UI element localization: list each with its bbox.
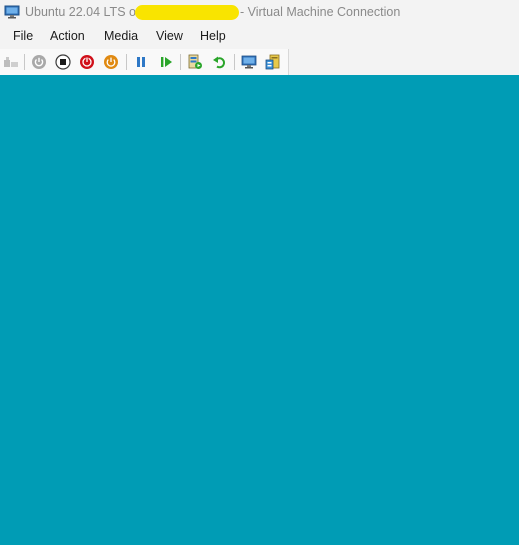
- shut-down-icon[interactable]: [78, 53, 96, 71]
- menu-action[interactable]: Action: [50, 29, 85, 43]
- vm-connection-window: Ubuntu 22.04 LTS on - Virtual Machine Co…: [0, 0, 519, 545]
- ctrl-alt-del-icon[interactable]: [2, 53, 20, 71]
- title-bar[interactable]: Ubuntu 22.04 LTS on - Virtual Machine Co…: [0, 0, 519, 26]
- menu-file[interactable]: File: [13, 29, 33, 43]
- toolbar: [0, 49, 289, 75]
- toolbar-separator: [126, 54, 127, 70]
- menu-bar: File Action Media View Help: [0, 26, 519, 48]
- vm-monitor-icon: [4, 4, 20, 20]
- turn-off-icon[interactable]: [54, 53, 72, 71]
- menu-view[interactable]: View: [156, 29, 183, 43]
- menu-help[interactable]: Help: [200, 29, 226, 43]
- toolbar-separator: [24, 54, 25, 70]
- save-state-icon[interactable]: [102, 53, 120, 71]
- pause-icon[interactable]: [132, 53, 150, 71]
- window-title-suffix: - Virtual Machine Connection: [240, 5, 401, 19]
- toolbar-separator: [180, 54, 181, 70]
- start-icon[interactable]: [30, 53, 48, 71]
- redaction-mark: [135, 5, 239, 20]
- checkpoint-icon[interactable]: [186, 53, 204, 71]
- menu-media[interactable]: Media: [104, 29, 138, 43]
- reset-icon[interactable]: [157, 53, 175, 71]
- window-title-prefix: Ubuntu 22.04 LTS on: [25, 5, 143, 19]
- share-icon[interactable]: [264, 53, 282, 71]
- toolbar-separator: [234, 54, 235, 70]
- enhanced-session-icon[interactable]: [240, 53, 258, 71]
- revert-icon[interactable]: [210, 53, 228, 71]
- toolbar-empty-area: [289, 49, 519, 75]
- vm-display-area[interactable]: [0, 75, 519, 545]
